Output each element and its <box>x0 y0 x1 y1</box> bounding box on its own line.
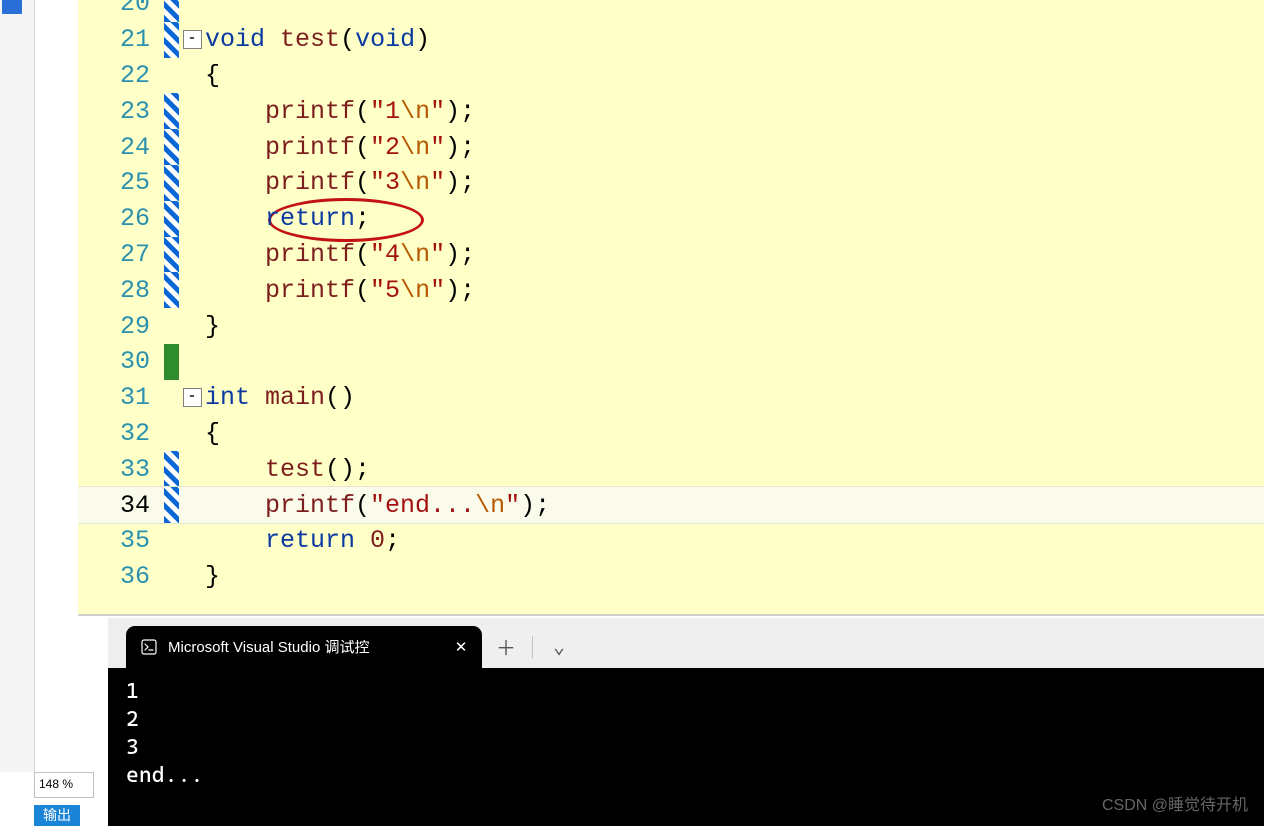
terminal-tab-strip: Microsoft Visual Studio 调试控 ✕ ＋ ⌄ <box>126 626 1264 668</box>
line-number: 27 <box>78 240 164 269</box>
code-text[interactable]: void test(void) <box>205 27 430 52</box>
line-number: 33 <box>78 455 164 484</box>
fold-toggle-button[interactable]: - <box>183 388 202 407</box>
code-editor[interactable]: 2021-void test(void)22{23 printf("1\n");… <box>78 0 1264 616</box>
line-number: 21 <box>78 25 164 54</box>
code-text[interactable]: return; <box>205 206 370 231</box>
code-text[interactable]: { <box>205 63 220 88</box>
zoom-value: 148 % <box>39 777 73 791</box>
new-tab-button[interactable]: ＋ <box>492 633 520 661</box>
change-marker <box>164 380 179 416</box>
code-line[interactable]: 28 printf("5\n"); <box>78 272 1264 308</box>
zoom-input[interactable]: 148 % <box>34 772 94 798</box>
left-gutter <box>0 0 35 772</box>
terminal-tab-title: Microsoft Visual Studio 调试控 <box>168 640 442 655</box>
code-text[interactable]: printf("3\n"); <box>205 170 475 195</box>
code-line[interactable]: 26 return; <box>78 201 1264 237</box>
change-marker <box>164 344 179 380</box>
code-line[interactable]: 25 printf("3\n"); <box>78 165 1264 201</box>
change-marker <box>164 487 179 523</box>
code-text[interactable]: printf("1\n"); <box>205 99 475 124</box>
change-marker <box>164 523 179 559</box>
watermark-text: CSDN @睡觉待开机 <box>1102 797 1248 814</box>
line-number: 32 <box>78 419 164 448</box>
line-number: 35 <box>78 526 164 555</box>
line-number: 20 <box>78 0 164 18</box>
change-marker <box>164 559 179 595</box>
code-line[interactable]: 22 { <box>78 58 1264 94</box>
watermark: CSDN @睡觉待开机 <box>1102 798 1248 814</box>
output-tab-label: 输出 <box>43 807 71 823</box>
code-line[interactable]: 27 printf("4\n"); <box>78 237 1264 273</box>
code-text[interactable]: printf("end...\n"); <box>205 493 550 518</box>
code-line[interactable]: 31-int main() <box>78 380 1264 416</box>
change-marker <box>164 58 179 94</box>
output-panel-tab[interactable]: 输出 <box>34 805 80 826</box>
code-text[interactable]: } <box>205 314 220 339</box>
change-marker <box>164 308 179 344</box>
change-marker <box>164 93 179 129</box>
code-text[interactable]: } <box>205 564 220 589</box>
code-line[interactable]: 21-void test(void) <box>78 22 1264 58</box>
code-line[interactable]: 23 printf("1\n"); <box>78 93 1264 129</box>
code-text[interactable]: { <box>205 421 220 446</box>
fold-column: - <box>179 30 205 49</box>
terminal-output[interactable]: 1 2 3 end... <box>108 668 1264 826</box>
code-line[interactable]: 24 printf("2\n"); <box>78 129 1264 165</box>
line-number: 31 <box>78 383 164 412</box>
line-number: 22 <box>78 61 164 90</box>
change-marker <box>164 416 179 452</box>
code-line[interactable]: 30 <box>78 344 1264 380</box>
code-text[interactable]: printf("4\n"); <box>205 242 475 267</box>
line-number: 24 <box>78 133 164 162</box>
code-text[interactable]: printf("5\n"); <box>205 278 475 303</box>
close-icon[interactable]: ✕ <box>452 640 470 655</box>
line-number: 25 <box>78 168 164 197</box>
change-marker <box>164 0 179 22</box>
line-number: 26 <box>78 204 164 233</box>
change-marker <box>164 129 179 165</box>
code-line[interactable]: 32 { <box>78 416 1264 452</box>
change-marker <box>164 201 179 237</box>
terminal-panel: Microsoft Visual Studio 调试控 ✕ ＋ ⌄ 1 2 3 … <box>108 618 1264 826</box>
change-marker <box>164 165 179 201</box>
line-number: 29 <box>78 312 164 341</box>
fold-column: - <box>179 388 205 407</box>
line-number: 23 <box>78 97 164 126</box>
divider <box>532 636 533 658</box>
change-marker <box>164 451 179 487</box>
change-marker <box>164 237 179 273</box>
terminal-icon <box>140 638 158 656</box>
code-line[interactable]: 33 test(); <box>78 451 1264 487</box>
change-marker <box>164 272 179 308</box>
code-line[interactable]: 36} <box>78 559 1264 595</box>
code-text[interactable]: test(); <box>205 457 370 482</box>
code-text[interactable]: int main() <box>205 385 355 410</box>
code-line[interactable]: 35 return 0; <box>78 523 1264 559</box>
code-text[interactable]: printf("2\n"); <box>205 135 475 160</box>
line-number: 34 <box>78 491 164 520</box>
chevron-down-icon: ⌄ <box>553 634 565 660</box>
fold-toggle-button[interactable]: - <box>183 30 202 49</box>
code-line[interactable]: 20 <box>78 0 1264 22</box>
code-line[interactable]: 34 printf("end...\n"); <box>78 487 1264 523</box>
code-text[interactable]: return 0; <box>205 528 400 553</box>
terminal-tab[interactable]: Microsoft Visual Studio 调试控 ✕ <box>126 626 482 668</box>
change-marker <box>164 22 179 58</box>
line-number: 36 <box>78 562 164 591</box>
line-number: 30 <box>78 347 164 376</box>
navigation-marker <box>2 0 22 14</box>
code-line[interactable]: 29} <box>78 308 1264 344</box>
line-number: 28 <box>78 276 164 305</box>
tab-menu-button[interactable]: ⌄ <box>545 633 573 661</box>
